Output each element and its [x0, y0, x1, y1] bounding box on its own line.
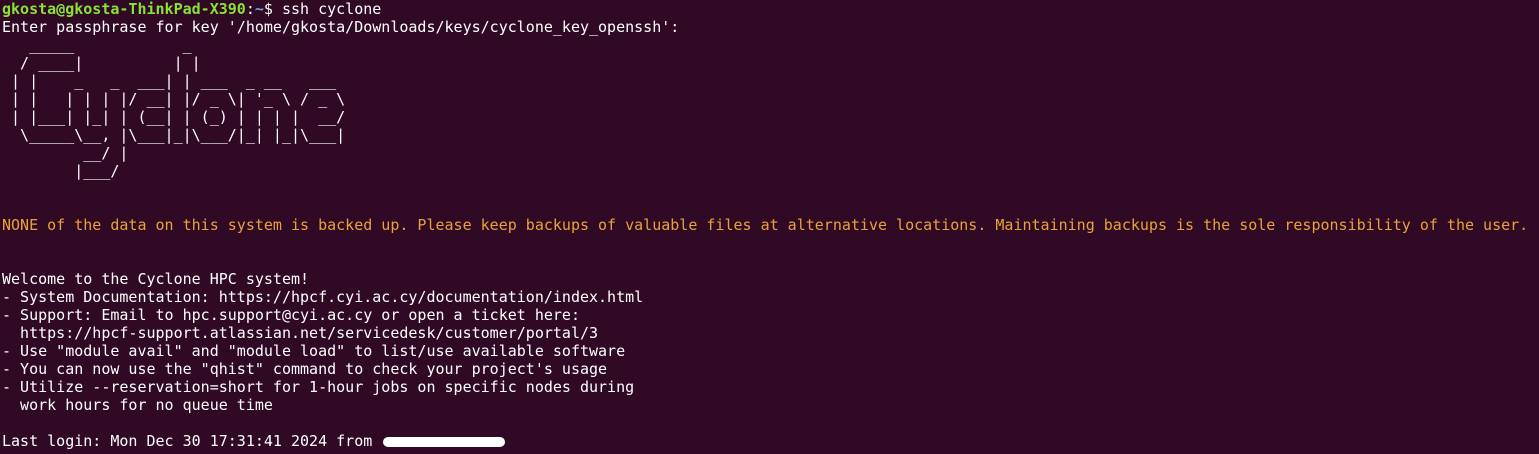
welcome-line: - Support: Email to hpc.support@cyi.ac.c… — [2, 306, 580, 324]
welcome-message: Welcome to the Cyclone HPC system! - Sys… — [2, 270, 1539, 414]
welcome-line: - Use "module avail" and "module load" t… — [2, 342, 626, 360]
last-login-text: Last login: Mon Dec 30 17:31:41 2024 fro… — [2, 432, 382, 450]
passphrase-prompt: Enter passphrase for key '/home/gkosta/D… — [2, 18, 680, 36]
prompt-symbol: $ — [263, 0, 282, 18]
ascii-line: / ____| | | — [2, 54, 201, 72]
ascii-line: | |___| |_| | (__| | (_) | | | | __/ — [2, 108, 346, 126]
ascii-line: _____ _ — [2, 36, 192, 54]
backup-warning: NONE of the data on this system is backe… — [2, 216, 1529, 234]
prompt-colon: : — [245, 0, 255, 18]
welcome-line: - Utilize --reservation=short for 1-hour… — [2, 378, 635, 396]
ascii-line: | | _ _ ___| | ___ _ __ ___ — [2, 72, 337, 90]
cyclone-ascii-banner: _____ _ / ____| | | | | _ _ ___| | ___ _… — [2, 36, 1539, 180]
ascii-line: |___/ — [2, 162, 120, 180]
prompt-path: ~ — [254, 0, 264, 18]
ascii-line: \_____\__, |\___|_|\___/|_| |_|\___| — [2, 126, 346, 144]
ascii-line: __/ | — [2, 144, 129, 162]
welcome-line: https://hpcf-support.atlassian.net/servi… — [2, 324, 599, 342]
terminal-window[interactable]: gkosta@gkosta-ThinkPad-X390:~$ ssh cyclo… — [0, 0, 1539, 454]
prompt-user-host: gkosta@gkosta-ThinkPad-X390 — [2, 0, 246, 18]
last-login-line: Last login: Mon Dec 30 17:31:41 2024 fro… — [2, 432, 1539, 450]
ascii-line: | | | | | |/ __| |/ _ \| '_ \ / _ \ — [2, 90, 346, 108]
prompt-line: gkosta@gkosta-ThinkPad-X390:~$ ssh cyclo… — [2, 0, 1539, 18]
welcome-line: Welcome to the Cyclone HPC system! — [2, 270, 310, 288]
welcome-line: - System Documentation: https://hpcf.cyi… — [2, 288, 644, 306]
command-text: ssh cyclone — [281, 0, 382, 18]
redacted-host — [383, 436, 506, 447]
welcome-line: - You can now use the "qhist" command to… — [2, 360, 608, 378]
welcome-line: work hours for no queue time — [2, 396, 273, 414]
partial-next-line — [2, 450, 1539, 454]
